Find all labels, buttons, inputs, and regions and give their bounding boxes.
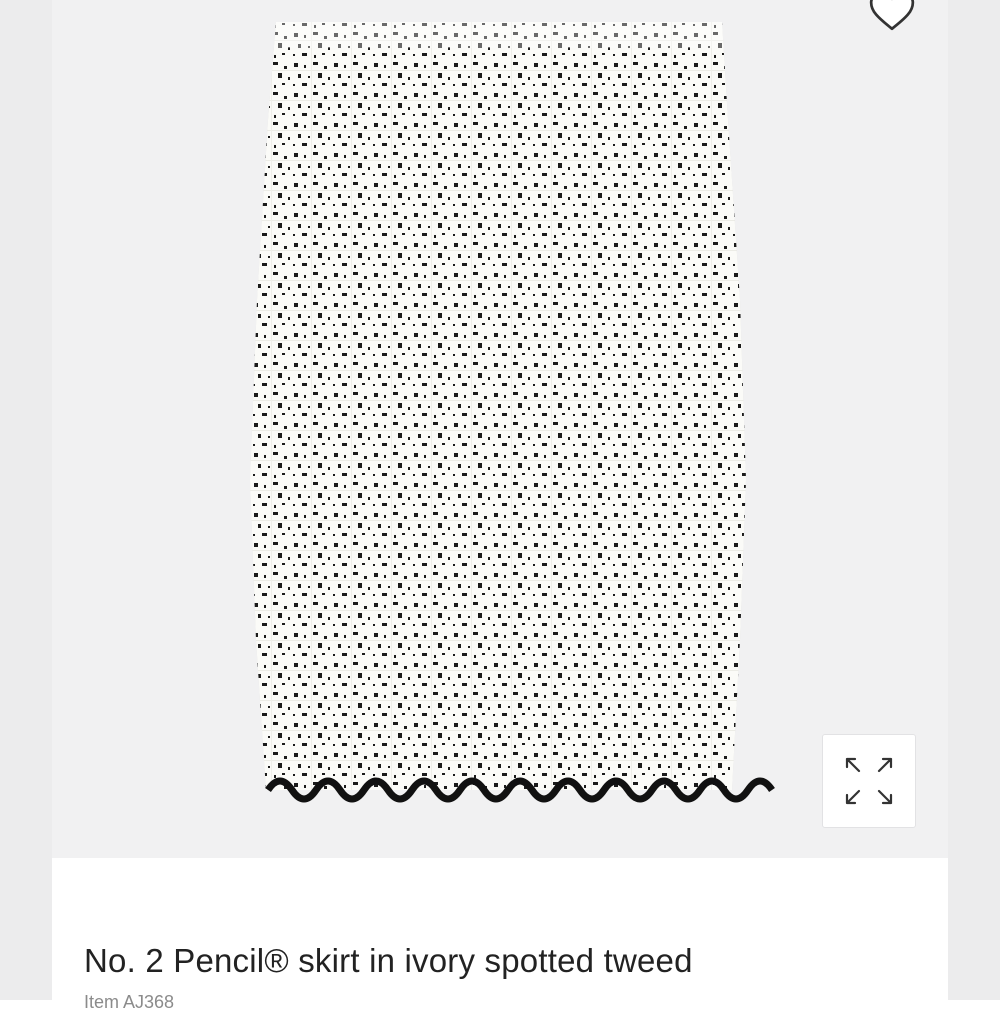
heart-outline-icon: [869, 0, 915, 31]
product-info: No. 2 Pencil® skirt in ivory spotted twe…: [52, 858, 948, 1012]
expand-arrows-icon: [845, 757, 893, 805]
expand-image-button[interactable]: [822, 734, 916, 828]
product-image-gallery[interactable]: [52, 0, 948, 858]
left-margin: [0, 0, 52, 1000]
right-margin: [948, 0, 1000, 1000]
product-image-skirt: [250, 22, 775, 803]
favorite-button[interactable]: [860, 0, 924, 42]
item-number: Item AJ368: [84, 992, 175, 1012]
product-title: No. 2 Pencil® skirt in ivory spotted twe…: [84, 942, 693, 979]
